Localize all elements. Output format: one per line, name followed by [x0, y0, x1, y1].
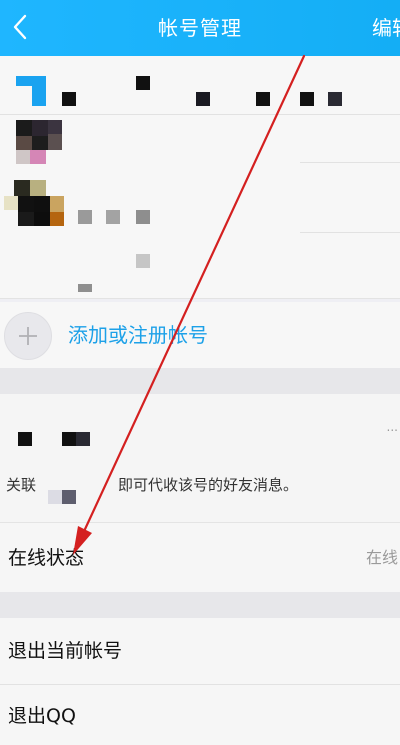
- associated-right-hint: ...: [386, 420, 398, 434]
- online-status-label: 在线状态: [8, 547, 85, 569]
- redacted-block: [78, 284, 92, 292]
- divider: [300, 232, 400, 233]
- online-status-value: 在线: [365, 548, 398, 567]
- section-separator: [0, 368, 400, 394]
- online-status-row[interactable]: 在线状态 在线: [0, 522, 400, 593]
- quit-app-label: 退出QQ: [8, 705, 76, 727]
- redacted-block: [62, 432, 76, 446]
- redacted-block: [62, 92, 76, 106]
- avatar: [16, 76, 46, 106]
- redacted-block: [300, 92, 314, 106]
- quit-app-button[interactable]: 退出QQ: [0, 685, 400, 745]
- redacted-block: [106, 210, 120, 224]
- logout-account-label: 退出当前帐号: [8, 640, 123, 662]
- app-header: 帐号管理 编辑: [0, 0, 400, 56]
- associated-description-prefix: 关联: [6, 476, 37, 494]
- page-title: 帐号管理: [158, 16, 242, 40]
- redacted-block: [76, 432, 90, 446]
- account-row[interactable]: [0, 116, 400, 176]
- redacted-block: [256, 92, 270, 106]
- redacted-block: [136, 210, 150, 224]
- divider: [0, 114, 400, 115]
- redacted-block: [62, 490, 76, 504]
- redacted-block: [18, 432, 32, 446]
- associated-account-section[interactable]: ... 关联 即可代收该号的好友消息。: [0, 394, 400, 522]
- account-list: [0, 56, 400, 299]
- account-row[interactable]: [0, 56, 400, 122]
- account-row[interactable]: [0, 176, 400, 236]
- account-row[interactable]: [0, 236, 400, 296]
- divider: [300, 162, 400, 163]
- redacted-block: [48, 490, 62, 504]
- redacted-block: [136, 254, 150, 268]
- redacted-block: [328, 92, 342, 106]
- edit-button[interactable]: 编辑: [372, 0, 400, 56]
- section-separator: [0, 592, 400, 618]
- redacted-block: [196, 92, 210, 106]
- redacted-block: [136, 76, 150, 90]
- add-account-label: 添加或注册帐号: [68, 323, 208, 347]
- avatar: [4, 180, 66, 230]
- plus-icon: [4, 312, 52, 360]
- logout-account-button[interactable]: 退出当前帐号: [0, 618, 400, 685]
- redacted-block: [78, 210, 92, 224]
- associated-description: 即可代收该号的好友消息。: [118, 476, 299, 494]
- avatar: [16, 120, 64, 168]
- add-account-button[interactable]: 添加或注册帐号: [0, 302, 400, 368]
